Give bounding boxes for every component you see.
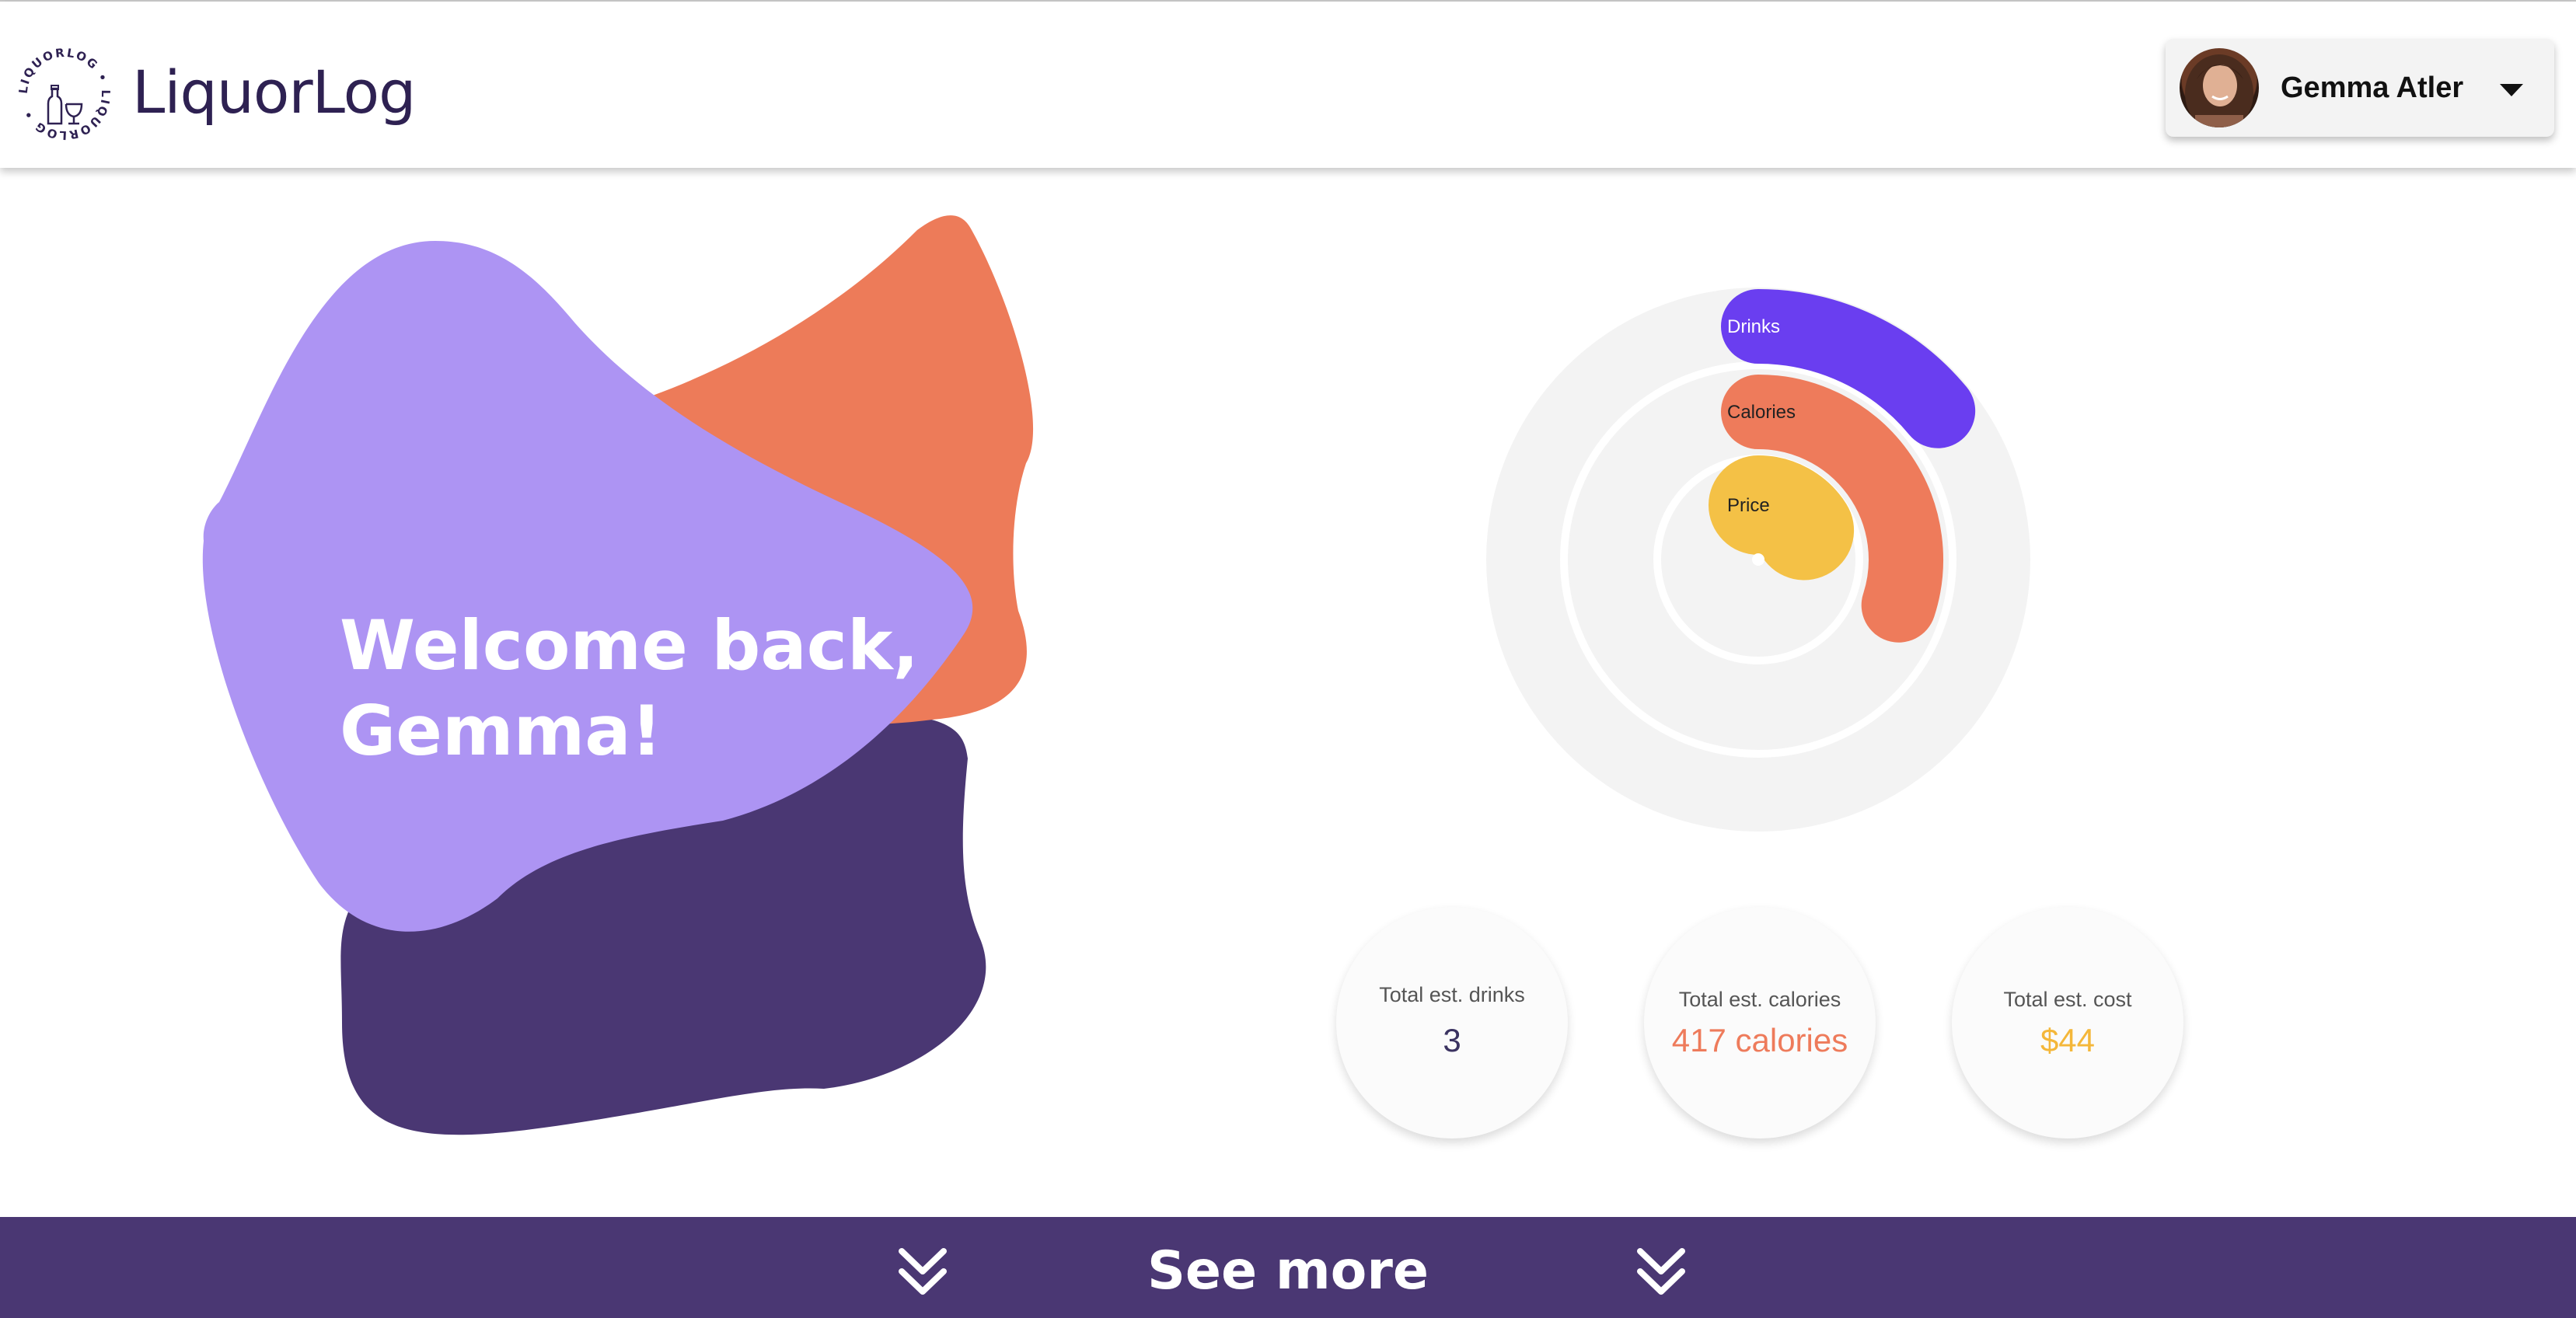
stat-value-drinks: 3 — [1443, 1022, 1461, 1058]
stat-value-calories: 417 calories — [1671, 1022, 1848, 1058]
stat-value-cost: $44 — [2040, 1022, 2096, 1058]
stat-label-calories: Total est. calories — [1678, 988, 1841, 1011]
stat-card-calories: Total est. calories 417 calories — [1644, 907, 1876, 1138]
avatar — [2180, 48, 2259, 127]
welcome-heading: Welcome back, Gemma! — [340, 603, 919, 774]
logo-icon[interactable]: LIQUORLOG • LIQUORLOG • — [14, 44, 115, 145]
see-more-label[interactable]: See more — [0, 1240, 2576, 1302]
chart-center-dot — [1752, 553, 1764, 566]
app-header: LIQUORLOG • LIQUORLOG • LiquorLog Gemma … — [0, 2, 2576, 168]
radial-label-drinks: Drinks — [1727, 316, 1780, 337]
welcome-hero: Welcome back, Gemma! — [0, 168, 1213, 1217]
radial-progress-chart: Drinks Calories Price — [1486, 288, 2030, 832]
chevron-down-icon[interactable] — [2498, 82, 2525, 98]
radial-label-calories: Calories — [1727, 402, 1796, 423]
welcome-line-2: Gemma! — [340, 691, 662, 771]
radial-label-price: Price — [1727, 495, 1770, 516]
svg-text:LIQUORLOG • LIQUORLOG •: LIQUORLOG • LIQUORLOG • — [16, 46, 113, 143]
user-menu-button[interactable]: Gemma Atler — [2166, 39, 2554, 137]
double-chevron-down-icon-right[interactable] — [1634, 1245, 1688, 1299]
see-more-bar[interactable]: See more — [0, 1217, 2576, 1318]
stat-label-cost: Total est. cost — [2003, 988, 2132, 1011]
stat-label-drinks: Total est. drinks — [1379, 983, 1525, 1006]
stat-card-cost: Total est. cost $44 — [1952, 907, 2183, 1138]
user-name: Gemma Atler — [2281, 71, 2464, 104]
app-title[interactable]: LiquorLog — [132, 58, 416, 127]
welcome-line-1: Welcome back, — [340, 605, 919, 685]
stat-card-drinks: Total est. drinks 3 — [1336, 907, 1568, 1138]
